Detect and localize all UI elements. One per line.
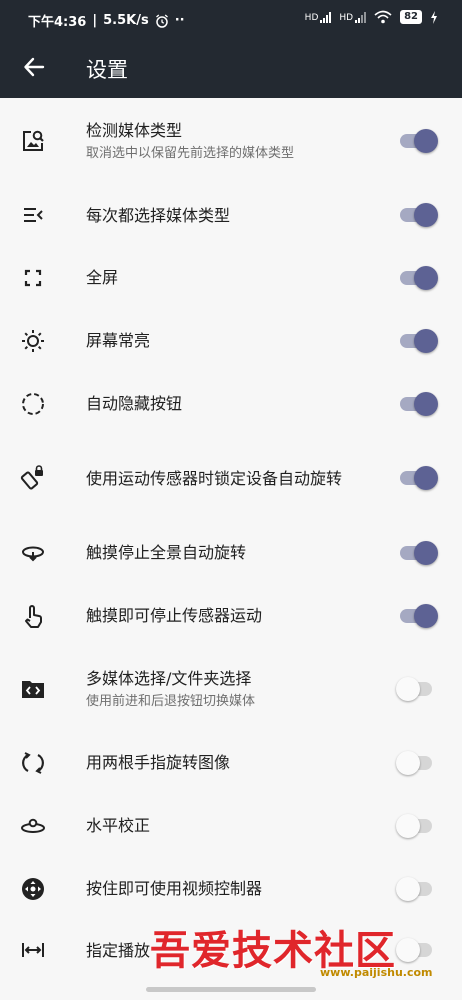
toggle-switch[interactable] [396,813,438,839]
setting-text: 全屏 [86,266,386,289]
setting-title: 全屏 [86,268,119,287]
setting-title: 触摸即可停止传感器运动 [86,606,263,625]
status-speed: 5.5K/s [103,13,149,28]
width-arrows-icon [20,937,46,963]
status-right: HD HD 82 [305,10,438,24]
charging-icon [431,10,437,24]
toggle-switch[interactable] [396,265,438,291]
gamepad-icon [20,876,46,902]
status-left: 下午4:36 | 5.5K/s ·· [28,11,185,30]
settings-list: 检测媒体类型 取消选中以保留先前选择的媒体类型 每次都选择媒体类型 全屏 屏幕常… [0,98,462,980]
signal-1-icon: HD [305,11,332,23]
setting-title: 每次都选择媒体类型 [86,205,231,225]
setting-row-hold-video-controller[interactable]: 按住即可使用视频控制器 [0,857,462,920]
setting-title: 多媒体选择/文件夹选择 [86,668,252,688]
home-indicator[interactable] [146,987,316,992]
setting-title: 自动隐藏按钮 [86,394,183,413]
setting-row-fullscreen[interactable]: 全屏 [0,246,462,309]
setting-row-keep-screen-on[interactable]: 屏幕常亮 [0,309,462,372]
setting-text: 检测媒体类型 取消选中以保留先前选择的媒体类型 [86,119,386,164]
app-bar: 设置 [0,36,462,98]
list-arrow-icon [20,202,46,228]
setting-row-two-finger-rotate[interactable]: 用两根手指旋转图像 [0,731,462,794]
alarm-icon [155,14,168,28]
toggle-switch[interactable] [396,750,438,776]
brightness-icon [20,328,46,354]
status-dots: ·· [174,13,185,28]
setting-subtitle: 使用前进和后退按钮切换媒体 [86,693,256,709]
status-divider: | [92,13,98,28]
network-label-1: HD [304,13,319,23]
top-app-bar: 下午4:36 | 5.5K/s ·· HD HD 82 设置 [0,0,462,98]
dashed-circle-icon [20,391,46,417]
page-title: 设置 [86,58,128,82]
setting-row-touch-stop-panorama[interactable]: 触摸停止全景自动旋转 [0,521,462,584]
status-bar: 下午4:36 | 5.5K/s ·· HD HD 82 [0,0,462,36]
wifi-icon [374,10,392,24]
setting-title: 水平校正 [86,816,151,835]
touch-icon [20,603,46,629]
setting-title: 使用运动传感器时锁定设备自动旋转 [86,468,343,488]
folder-code-icon [20,676,46,702]
setting-row-select-media-type-each-time[interactable]: 每次都选择媒体类型 [0,184,462,246]
signal-2-icon: HD [339,11,367,23]
setting-text: 触摸停止全景自动旋转 [86,541,386,564]
back-arrow-icon [24,57,45,77]
toggle-switch[interactable] [396,128,438,154]
setting-subtitle: 取消选中以保留先前选择的媒体类型 [86,145,295,161]
fullscreen-icon [20,265,46,291]
toggle-switch[interactable] [396,202,438,228]
toggle-switch[interactable] [396,540,438,566]
setting-text: 用两根手指旋转图像 [86,751,386,774]
toggle-switch[interactable] [396,603,438,629]
network-label-2: HD [339,13,354,23]
status-time: 下午4:36 [28,15,87,30]
toggle-switch[interactable] [396,465,438,491]
toggle-switch[interactable] [396,876,438,902]
setting-text: 使用运动传感器时锁定设备自动旋转 [86,467,386,490]
setting-title: 检测媒体类型 [86,120,183,140]
setting-text: 每次都选择媒体类型 [86,204,386,227]
back-button[interactable] [16,49,52,85]
toggle-switch[interactable] [396,937,438,963]
setting-text: 屏幕常亮 [86,329,386,352]
setting-text: 触摸即可停止传感器运动 [86,604,386,627]
setting-row-multi-media-folder-select[interactable]: 多媒体选择/文件夹选择 使用前进和后退按钮切换媒体 [0,647,462,731]
rotation-lock-icon [20,465,46,491]
setting-row-detect-media-type[interactable]: 检测媒体类型 取消选中以保留先前选择的媒体类型 [0,98,462,184]
setting-row-horizon-correction[interactable]: 水平校正 [0,794,462,857]
setting-title: 按住即可使用视频控制器 [86,879,263,898]
setting-title: 触摸停止全景自动旋转 [86,543,247,562]
battery-icon: 82 [400,10,422,24]
setting-text: 水平校正 [86,814,386,837]
setting-row-auto-hide-buttons[interactable]: 自动隐藏按钮 [0,372,462,435]
setting-row-touch-stop-sensor[interactable]: 触摸即可停止传感器运动 [0,584,462,647]
toggle-switch[interactable] [396,676,438,702]
toggle-switch[interactable] [396,328,438,354]
setting-title: 屏幕常亮 [86,331,151,350]
image-search-icon [20,128,46,154]
setting-title: 用两根手指旋转图像 [86,753,231,772]
setting-text: 多媒体选择/文件夹选择 使用前进和后退按钮切换媒体 [86,667,386,712]
setting-text: 按住即可使用视频控制器 [86,877,386,900]
panorama-rotate-icon [20,540,46,566]
rotate-arrows-icon [20,750,46,776]
setting-text: 自动隐藏按钮 [86,392,386,415]
horizon-level-icon [20,813,46,839]
setting-row-lock-auto-rotate[interactable]: 使用运动传感器时锁定设备自动旋转 [0,435,462,521]
toggle-switch[interactable] [396,391,438,417]
watermark-url: www.paijishu.com [320,966,433,979]
